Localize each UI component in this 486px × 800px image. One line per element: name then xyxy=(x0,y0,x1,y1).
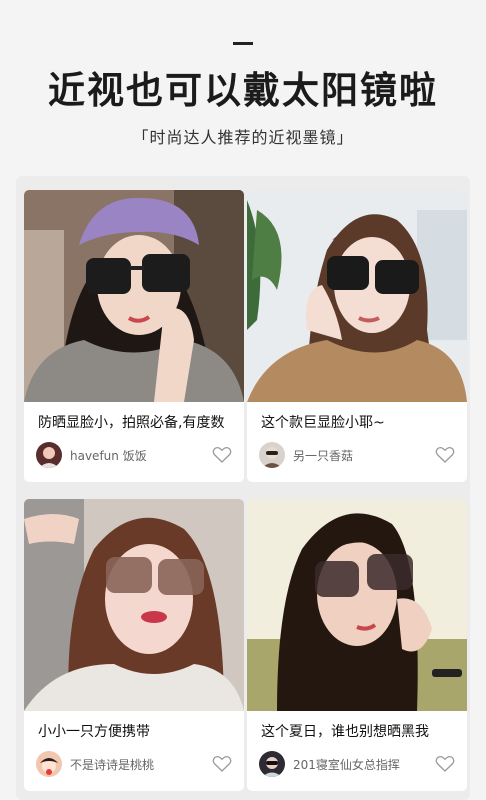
user-avatar-icon[interactable] xyxy=(36,442,62,468)
post-card[interactable]: 这个夏日，谁也别想晒黑我 201寝室仙女总指挥 xyxy=(247,499,467,791)
user-avatar-icon[interactable] xyxy=(259,751,285,777)
post-caption: 防晒显脸小，拍照必备,有度数 xyxy=(38,415,225,431)
post-caption: 小小一只方便携带 xyxy=(38,724,150,740)
title-dash-decoration xyxy=(233,42,253,45)
post-caption: 这个夏日，谁也别想晒黑我 xyxy=(261,724,429,740)
heart-outline-icon[interactable] xyxy=(435,755,455,773)
user-avatar-icon[interactable] xyxy=(259,442,285,468)
post-card[interactable]: 小小一只方便携带 不是诗诗是桃桃 xyxy=(24,499,244,791)
posts-grid: 防晒显脸小，拍照必备,有度数 havefun 饭饭 这个款巨显脸小耶~ 另一只香… xyxy=(16,176,470,800)
post-author: 另一只香菇 xyxy=(259,442,457,468)
post-card[interactable]: 防晒显脸小，拍照必备,有度数 havefun 饭饭 xyxy=(24,190,244,482)
post-photo[interactable] xyxy=(247,499,467,711)
post-author: havefun 饭饭 xyxy=(36,442,234,468)
post-photo[interactable] xyxy=(247,190,467,402)
page-header: 近视也可以戴太阳镜啦 「时尚达人推荐的近视墨镜」 xyxy=(0,0,486,175)
post-photo[interactable] xyxy=(24,190,244,402)
author-name[interactable]: 不是诗诗是桃桃 xyxy=(70,756,154,773)
post-author: 201寝室仙女总指挥 xyxy=(259,751,457,777)
post-author: 不是诗诗是桃桃 xyxy=(36,751,234,777)
user-avatar-icon[interactable] xyxy=(36,751,62,777)
heart-outline-icon[interactable] xyxy=(212,446,232,464)
author-name[interactable]: 另一只香菇 xyxy=(293,447,353,464)
heart-outline-icon[interactable] xyxy=(212,755,232,773)
page-title: 近视也可以戴太阳镜啦 xyxy=(48,69,438,112)
heart-outline-icon[interactable] xyxy=(435,446,455,464)
author-name[interactable]: havefun 饭饭 xyxy=(70,447,147,464)
post-card[interactable]: 这个款巨显脸小耶~ 另一只香菇 xyxy=(247,190,467,482)
post-caption: 这个款巨显脸小耶~ xyxy=(261,415,385,431)
post-photo[interactable] xyxy=(24,499,244,711)
author-name[interactable]: 201寝室仙女总指挥 xyxy=(293,756,400,773)
page-subtitle: 「时尚达人推荐的近视墨镜」 xyxy=(132,128,354,147)
